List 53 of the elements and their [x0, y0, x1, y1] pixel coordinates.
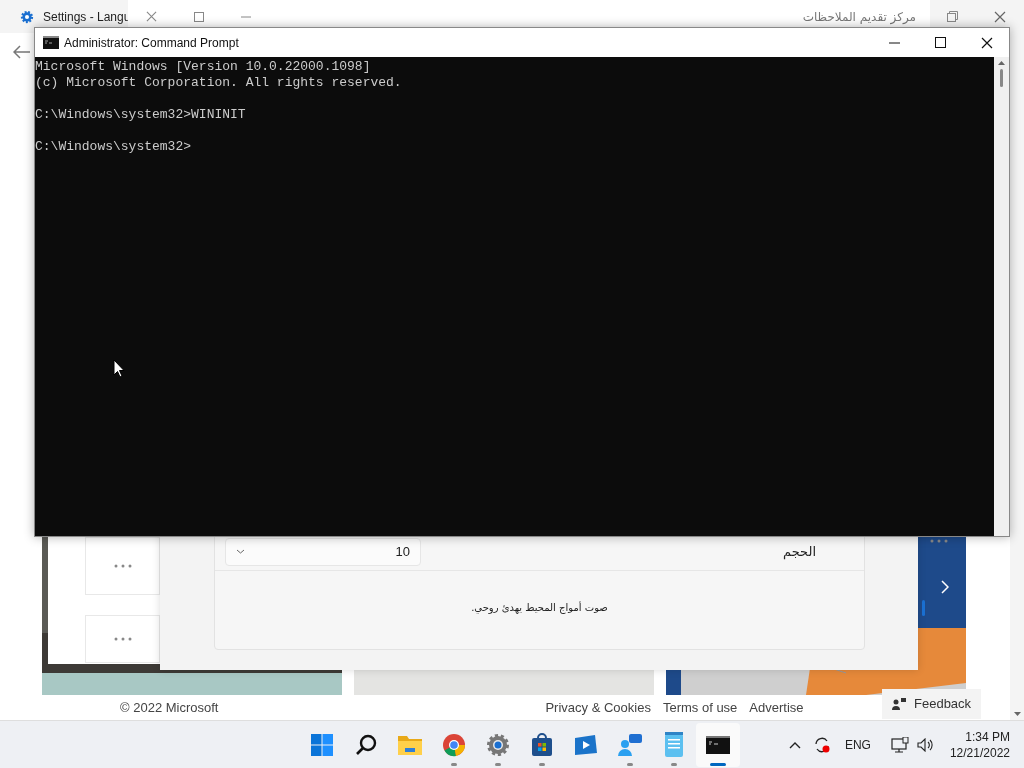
scrollbar[interactable] [994, 57, 1009, 536]
notepad-icon [663, 731, 685, 758]
video-player-icon [573, 732, 599, 757]
command-prompt-icon [706, 734, 730, 755]
more-icon[interactable] [930, 539, 948, 543]
console-line: C:\Windows\system32>WININIT [35, 107, 246, 123]
footer-link[interactable]: Privacy & Cookies [545, 697, 651, 718]
windows-logo-icon [310, 732, 334, 757]
language-indicator[interactable]: ENG [844, 735, 871, 754]
console-line: Microsoft Windows [Version 10.0.22000.1098] [35, 59, 371, 75]
scrollbar-thumb[interactable] [922, 600, 925, 616]
window-title: Administrator: Command Prompt [64, 34, 239, 52]
sample-text: صوت أمواج المحيط يهدئ روحي. [471, 600, 608, 615]
scrollbar[interactable] [1010, 33, 1024, 720]
window-title: مركز تقديم الملاحظات [802, 8, 916, 26]
gear-icon [20, 9, 34, 24]
volume-dropdown[interactable]: 10 [225, 537, 421, 566]
taskbar-button[interactable] [696, 722, 740, 767]
feedback-button[interactable]: Feedback [882, 689, 982, 719]
person-icon [892, 698, 906, 710]
back-arrow-icon[interactable] [13, 45, 31, 59]
chevron-up-icon[interactable] [788, 740, 801, 749]
copyright-text: © 2022 Microsoft [120, 698, 219, 717]
restore-icon[interactable] [947, 11, 958, 22]
more-icon[interactable] [113, 637, 132, 641]
minimize-icon[interactable] [889, 41, 900, 44]
gear-icon [486, 732, 510, 757]
speaker-icon[interactable] [916, 737, 934, 752]
console-line: (c) Microsoft Corporation. All rights reserved. [35, 75, 402, 91]
maximize-icon[interactable] [935, 37, 946, 48]
clock[interactable]: 1:34 PM 12/21/2022 [949, 728, 1010, 761]
chrome-icon [442, 732, 466, 757]
time-text: 1:34 PM [965, 728, 1010, 745]
close-icon[interactable] [981, 36, 993, 49]
volume-value: 10 [395, 542, 410, 561]
chevron-right-icon[interactable] [941, 580, 949, 594]
more-icon[interactable] [113, 564, 132, 568]
store-bag-icon [530, 732, 554, 757]
scroll-down-icon[interactable] [1013, 712, 1021, 716]
footer-link[interactable]: Terms of use [662, 697, 738, 718]
console-line: C:\Windows\system32> [35, 139, 192, 155]
chevron-down-icon [236, 549, 245, 554]
scrollbar-thumb[interactable] [1000, 69, 1003, 87]
network-icon[interactable] [890, 736, 909, 753]
sync-icon[interactable] [812, 735, 831, 754]
footer-link[interactable]: Advertise [749, 697, 804, 718]
volume-label: الحجم [783, 542, 816, 562]
scroll-up-icon[interactable] [998, 61, 1005, 65]
command-prompt-icon [43, 36, 59, 49]
search-icon [354, 732, 378, 757]
people-chat-icon [617, 732, 643, 757]
date-text: 12/21/2022 [949, 744, 1010, 761]
mouse-pointer-icon [113, 359, 125, 378]
